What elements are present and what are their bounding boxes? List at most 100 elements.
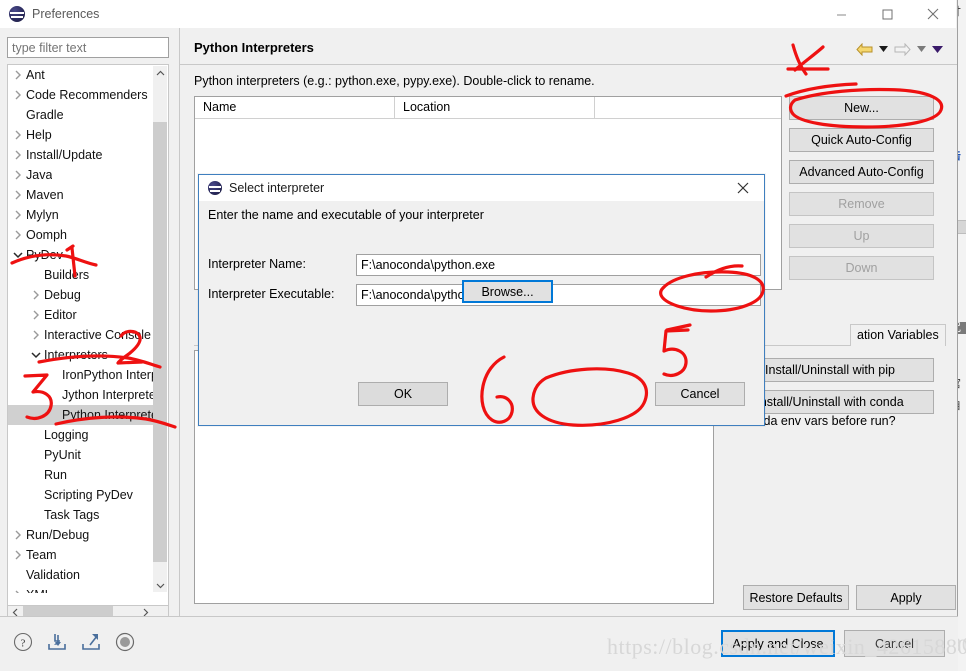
sidebar-item-builders[interactable]: Builders xyxy=(8,265,155,285)
sidebar-item-install-update[interactable]: Install/Update xyxy=(8,145,155,165)
minimize-button[interactable] xyxy=(818,0,864,28)
eclipse-logo-icon xyxy=(208,181,222,195)
svg-text:?: ? xyxy=(21,638,26,650)
chevron-right-icon[interactable] xyxy=(10,225,26,245)
dialog-titlebar: Select interpreter xyxy=(199,175,764,201)
interpreter-name-input[interactable] xyxy=(356,254,761,276)
sidebar-item-java[interactable]: Java xyxy=(8,165,155,185)
sidebar-item-label: Ant xyxy=(26,68,45,82)
sidebar-item-run[interactable]: Run xyxy=(8,465,155,485)
chevron-right-icon[interactable] xyxy=(28,305,44,325)
page-title: Python Interpreters xyxy=(194,40,314,55)
sidebar-item-xml[interactable]: XML xyxy=(8,585,155,593)
sidebar-item-mylyn[interactable]: Mylyn xyxy=(8,205,155,225)
preferences-tree[interactable]: Ant Code Recommenders Gradle Help Install/Up… xyxy=(7,64,169,606)
chevron-right-icon[interactable] xyxy=(10,125,26,145)
column-header-extra[interactable] xyxy=(595,97,781,119)
apply-button[interactable]: Apply xyxy=(856,585,956,610)
advanced-auto-config-button[interactable]: Advanced Auto-Config xyxy=(789,160,934,184)
sidebar-item-scripting-pydev[interactable]: Scripting PyDev xyxy=(8,485,155,505)
chevron-down-icon[interactable] xyxy=(28,345,44,365)
navigation-history-controls xyxy=(854,40,944,58)
sidebar-item-code-recommenders[interactable]: Code Recommenders xyxy=(8,85,155,105)
close-button[interactable] xyxy=(910,0,956,28)
dialog-ok-button[interactable]: OK xyxy=(358,382,448,406)
chevron-right-icon[interactable] xyxy=(28,325,44,345)
browse-button[interactable]: Browse... xyxy=(462,280,553,303)
scroll-down-arrow-icon[interactable] xyxy=(153,578,167,592)
sidebar-item-pydev[interactable]: PyDev xyxy=(8,245,155,265)
sidebar-item-label: Editor xyxy=(44,308,77,322)
export-icon[interactable] xyxy=(80,631,102,653)
chevron-right-icon[interactable] xyxy=(10,205,26,225)
tab-environment-variables[interactable]: ation Variables xyxy=(850,324,946,346)
sidebar-item-interpreters[interactable]: Interpreters xyxy=(8,345,155,365)
column-header-name[interactable]: Name xyxy=(195,97,395,119)
title-divider xyxy=(180,64,957,65)
oomph-record-icon[interactable] xyxy=(114,631,136,653)
tree-vertical-scrollbar[interactable] xyxy=(153,66,167,592)
quick-auto-config-button[interactable]: Quick Auto-Config xyxy=(789,128,934,152)
sidebar-item-jython-interpreter[interactable]: Jython Interpreter xyxy=(8,385,155,405)
interpreters-table-header: Name Location xyxy=(195,97,781,119)
sidebar-item-editor[interactable]: Editor xyxy=(8,305,155,325)
chevron-right-icon[interactable] xyxy=(10,85,26,105)
sidebar-item-task-tags[interactable]: Task Tags xyxy=(8,505,155,525)
chevron-right-icon[interactable] xyxy=(10,585,26,593)
maximize-button[interactable] xyxy=(864,0,910,28)
sidebar-item-oomph[interactable]: Oomph xyxy=(8,225,155,245)
sidebar-item-team[interactable]: Team xyxy=(8,545,155,565)
sidebar-item-label: Builders xyxy=(44,268,90,282)
sidebar-item-run-debug[interactable]: Run/Debug xyxy=(8,525,155,545)
forward-dropdown-caret-icon[interactable] xyxy=(914,40,928,58)
sidebar-item-label: Run xyxy=(44,468,67,482)
chevron-right-icon[interactable] xyxy=(10,545,26,565)
sidebar-item-label: Python Interpreter xyxy=(62,408,153,422)
chevron-right-icon[interactable] xyxy=(28,285,44,305)
sidebar-item-label: IronPython Interpreter xyxy=(62,368,153,382)
sidebar-item-debug[interactable]: Debug xyxy=(8,285,155,305)
scroll-up-arrow-icon[interactable] xyxy=(153,66,167,80)
chevron-right-icon[interactable] xyxy=(10,145,26,165)
sidebar-item-label: Scripting PyDev xyxy=(44,488,133,502)
sidebar-item-label: Install/Update xyxy=(26,148,103,162)
back-dropdown-caret-icon[interactable] xyxy=(876,40,890,58)
sidebar-item-interactive-console[interactable]: Interactive Console xyxy=(8,325,155,345)
chevron-right-icon[interactable] xyxy=(10,65,26,85)
chevron-right-icon[interactable] xyxy=(10,525,26,545)
tree-scrollbar-thumb[interactable] xyxy=(153,122,167,562)
sidebar-item-label: Oomph xyxy=(26,228,67,242)
sidebar-item-gradle[interactable]: Gradle xyxy=(8,105,155,125)
interpreter-executable-input[interactable] xyxy=(356,284,761,306)
sidebar-item-ant[interactable]: Ant xyxy=(8,65,155,85)
dialog-cancel-button[interactable]: Cancel xyxy=(655,382,745,406)
sidebar-item-maven[interactable]: Maven xyxy=(8,185,155,205)
sidebar-item-python-interpreter[interactable]: Python Interpreter xyxy=(8,405,155,425)
column-header-location[interactable]: Location xyxy=(395,97,595,119)
import-icon[interactable] xyxy=(46,631,68,653)
view-menu-caret-icon[interactable] xyxy=(930,40,944,58)
dialog-utility-icons: ? xyxy=(12,631,136,653)
forward-arrow-icon[interactable] xyxy=(892,40,912,58)
sidebar-item-pyunit[interactable]: PyUnit xyxy=(8,445,155,465)
sidebar-item-label: Interpreters xyxy=(44,348,108,362)
back-arrow-icon[interactable] xyxy=(854,40,874,58)
restore-defaults-button[interactable]: Restore Defaults xyxy=(743,585,849,610)
chevron-down-icon[interactable] xyxy=(10,245,26,265)
dialog-close-icon[interactable] xyxy=(726,175,760,201)
help-icon[interactable]: ? xyxy=(12,631,34,653)
sidebar-item-validation[interactable]: Validation xyxy=(8,565,155,585)
new-button[interactable]: New... xyxy=(789,96,934,120)
chevron-right-icon[interactable] xyxy=(10,185,26,205)
sidebar-item-help[interactable]: Help xyxy=(8,125,155,145)
sidebar-item-ironpython-interpreter[interactable]: IronPython Interpreter xyxy=(8,365,155,385)
eclipse-logo-icon xyxy=(9,6,25,22)
sidebar-item-label: Validation xyxy=(26,568,80,582)
sidebar-item-logging[interactable]: Logging xyxy=(8,425,155,445)
filter-input[interactable] xyxy=(7,37,169,58)
chevron-right-icon[interactable] xyxy=(10,165,26,185)
